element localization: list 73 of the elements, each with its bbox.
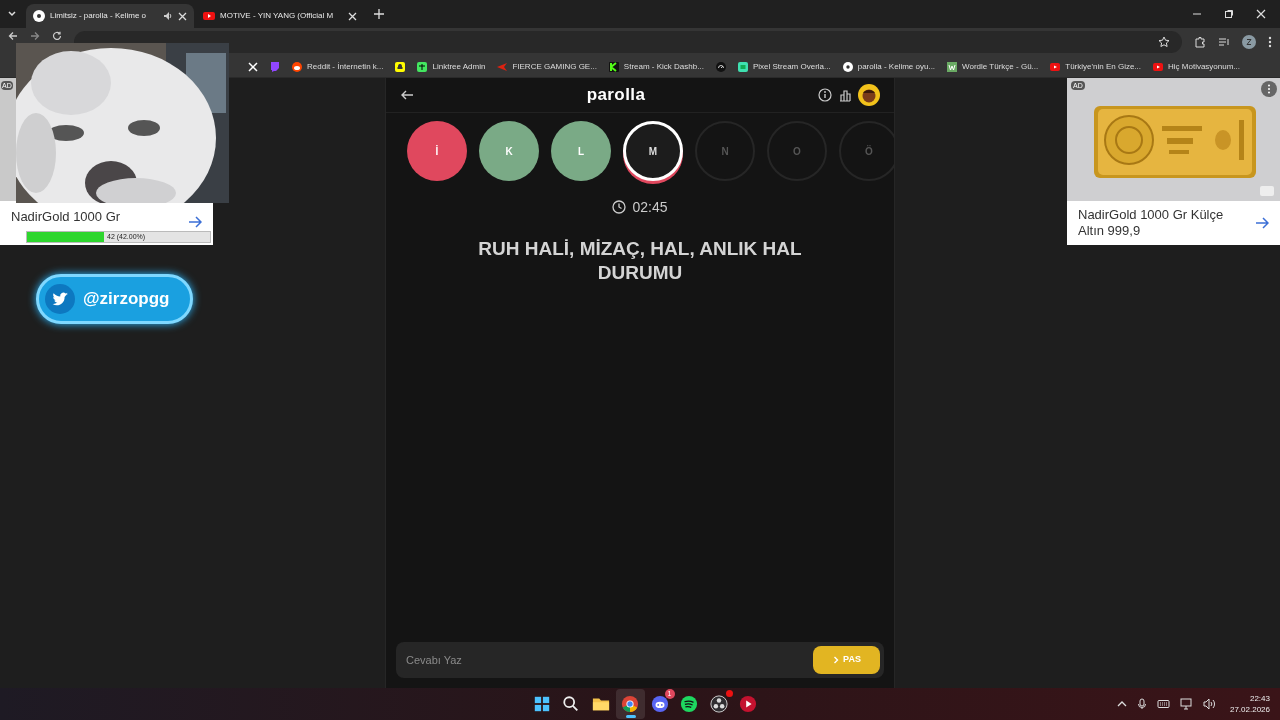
favicon-icon [737,61,748,72]
bar-chart-icon[interactable] [838,88,852,102]
search-icon[interactable] [562,695,581,713]
taskbar-button[interactable] [615,689,645,719]
extensions-icon[interactable] [1194,36,1206,48]
speaker-icon[interactable] [163,11,173,21]
close-icon[interactable] [178,11,187,21]
favicon-icon [33,10,45,22]
monitor-icon[interactable] [1179,698,1193,710]
dots-icon [1267,84,1271,94]
bookmark[interactable]: Hiç Motivasyonum... [1153,60,1241,73]
browser-icon[interactable] [621,695,640,713]
favicon-icon [842,61,853,72]
back-icon[interactable] [400,88,414,102]
info-icon[interactable] [818,88,832,102]
clue-text: RUH HALİ, MİZAÇ, HAL, ANLIK HAL DURUMU [477,237,803,285]
bookmark[interactable]: Linktree Admin [417,60,486,73]
start-icon[interactable] [532,695,551,713]
speaker-icon[interactable] [1202,698,1216,710]
tab-title: Limitsiz - parolla - Kelime o [50,10,148,22]
clock-time: 22:43 [1249,693,1270,704]
chat-app-icon[interactable] [650,695,669,713]
timer-text: 02:45 [632,197,668,217]
favicon-icon [1050,61,1061,72]
browser-tab[interactable]: MOTIVE - YIN YANG (Official M [196,4,364,28]
app-title: parolla [585,84,647,107]
favicon-icon [1153,61,1164,72]
close-icon[interactable] [1256,9,1266,19]
bookmark[interactable]: parolla - Kelime oyu... [842,60,936,73]
restore-icon[interactable] [1224,9,1234,19]
arrow-icon[interactable] [188,215,202,229]
chevron-right-icon [832,656,841,664]
favicon-icon [203,10,215,22]
avatar-icon[interactable] [858,84,880,106]
ad-title: NadirGold 1000 Gr Külçe Altın 999,9 [1078,207,1225,239]
clock-icon [612,200,627,214]
recorder-icon[interactable] [709,695,728,713]
bookmark[interactable]: Reddit - İnternetin k... [292,60,384,73]
play-icon[interactable] [739,695,758,713]
bookmark[interactable]: FIERCE GAMING GE... [497,60,597,73]
bookmark-icon[interactable] [395,61,406,72]
favicon-icon [497,61,508,72]
close-icon[interactable] [348,11,357,21]
arrow-icon[interactable] [1255,216,1269,230]
forward-icon[interactable] [30,31,40,41]
music-app-icon[interactable] [680,695,699,713]
ad-title: NadirGold 1000 Gr [11,208,122,226]
clock-date: 27.02.2026 [1229,704,1270,715]
bookmark[interactable]: Stream - Kick Dashb... [608,60,704,73]
new-tab-icon[interactable] [374,9,384,19]
favicon-icon [947,61,958,72]
bird-icon [45,284,75,314]
reload-icon[interactable] [52,31,62,41]
back-icon[interactable] [8,31,18,41]
keyboard-icon[interactable] [1156,699,1170,709]
favicon-icon [608,61,619,72]
chevron-up-icon[interactable] [1116,699,1127,709]
bookmark-icon[interactable] [248,61,258,72]
bookmark[interactable]: Wordle Türkçe - Gü... [947,60,1039,73]
social-handle: @zirzopgg [83,288,170,311]
browser-tab[interactable]: Limitsiz - parolla - Kelime o [26,4,194,28]
microphone-icon[interactable] [1136,698,1147,710]
profile-avatar-icon[interactable] [1242,35,1256,49]
bookmark-icon[interactable] [715,61,726,72]
tab-title: MOTIVE - YIN YANG (Official M [220,10,335,22]
favicon-icon [292,61,302,72]
star-icon[interactable] [1158,36,1170,48]
menu-icon[interactable] [1268,36,1272,48]
bookmark[interactable]: Türkiye'nin En Gize... [1050,60,1142,73]
media-icon[interactable] [1218,36,1230,48]
favicon-icon [417,61,428,72]
active-indicator [625,715,636,718]
bookmark[interactable]: Pixel Stream Overla... [737,60,831,73]
